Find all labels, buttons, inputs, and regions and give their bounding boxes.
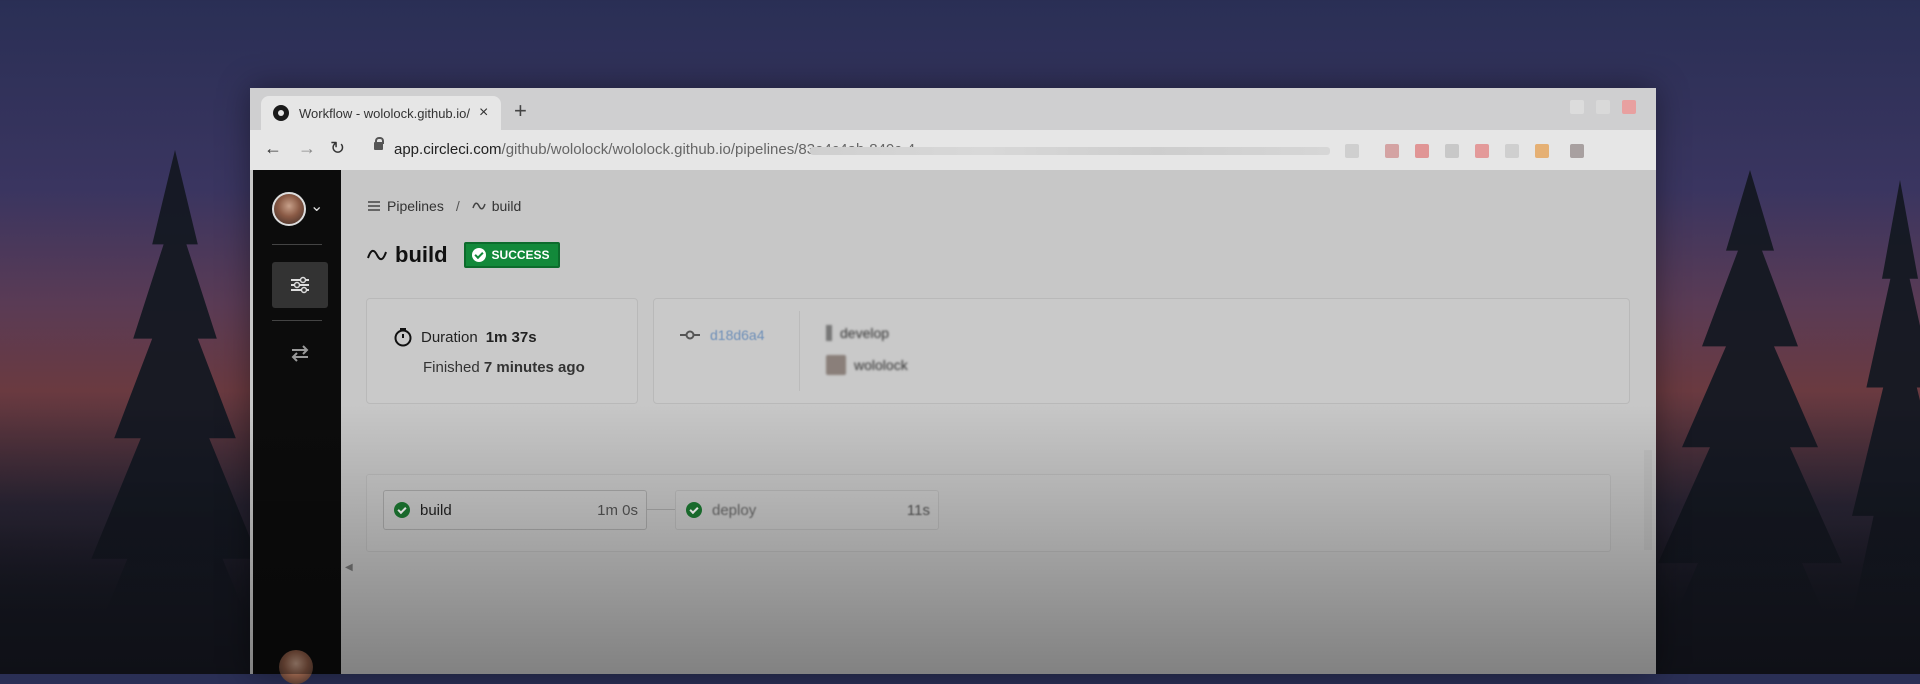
forward-icon[interactable]: → bbox=[298, 138, 316, 159]
workflow-icon bbox=[472, 202, 486, 210]
workflow-graph: build 1m 0s deploy 11s bbox=[366, 474, 1611, 552]
breadcrumb: Pipelines / build bbox=[367, 198, 521, 214]
job-duration: 1m 0s bbox=[597, 501, 638, 519]
tab-title: Workflow - wololock.github.io/ bbox=[299, 105, 470, 121]
job-duration: 11s bbox=[906, 501, 930, 519]
profile-icon[interactable] bbox=[1570, 144, 1584, 158]
job-deploy[interactable]: deploy 11s bbox=[675, 490, 939, 530]
pipelines-icon bbox=[368, 201, 380, 211]
check-icon bbox=[471, 248, 486, 262]
timer-icon bbox=[394, 328, 412, 347]
author-row: wololock bbox=[826, 355, 908, 375]
status-badge: SUCCESS bbox=[463, 242, 560, 268]
vertical-scrollbar[interactable] bbox=[1644, 450, 1652, 550]
browser-tab[interactable]: Workflow - wololock.github.io/ × bbox=[261, 96, 501, 130]
new-tab-button[interactable]: + bbox=[514, 98, 527, 124]
branch-icon bbox=[826, 325, 832, 341]
breadcrumb-pipelines-link[interactable]: Pipelines bbox=[387, 198, 444, 214]
commit-hash-link[interactable]: d18d6a4 bbox=[710, 327, 765, 343]
finished-label: Finished bbox=[423, 359, 480, 376]
minimize-button[interactable] bbox=[1570, 100, 1584, 114]
duration-card: Duration 1m 37s Finished 7 minutes ago bbox=[366, 298, 638, 404]
pipelines-icon bbox=[291, 276, 309, 294]
sidebar-divider bbox=[272, 244, 322, 245]
maximize-button[interactable] bbox=[1596, 100, 1610, 114]
url-redacted bbox=[810, 147, 1330, 155]
extension-icon[interactable] bbox=[1345, 144, 1359, 158]
lock-icon bbox=[374, 137, 384, 150]
job-name: deploy bbox=[712, 501, 757, 519]
main-content: Pipelines / build build SUCCESS Duration… bbox=[341, 170, 1656, 674]
commit-card: d18d6a4 develop wololock bbox=[653, 298, 1630, 404]
scroll-left-arrow[interactable]: ◀ bbox=[345, 562, 353, 573]
extension-icon[interactable] bbox=[1475, 144, 1489, 158]
user-avatar-bottom[interactable] bbox=[279, 650, 313, 684]
job-name: build bbox=[420, 501, 452, 519]
browser-toolbar: ← → ↻ app.circleci.com/github/wololock/w… bbox=[250, 130, 1656, 170]
author-name[interactable]: wololock bbox=[854, 357, 908, 373]
extension-icon[interactable] bbox=[1385, 144, 1399, 158]
extension-icon[interactable] bbox=[1535, 144, 1549, 158]
extension-icon[interactable] bbox=[1445, 144, 1459, 158]
duration-label: Duration bbox=[421, 328, 478, 346]
branch-name[interactable]: develop bbox=[840, 325, 889, 341]
commit-icon bbox=[680, 330, 700, 340]
sidebar-item-workflows[interactable] bbox=[272, 330, 328, 376]
finished-value: 7 minutes ago bbox=[483, 359, 585, 376]
tab-strip: Workflow - wololock.github.io/ × + bbox=[250, 88, 1656, 130]
circleci-favicon-icon bbox=[273, 105, 289, 121]
finished-row: Finished 7 minutes ago bbox=[423, 359, 585, 376]
chevron-down-icon[interactable]: ⌄ bbox=[310, 196, 323, 216]
page-title: build bbox=[395, 242, 448, 267]
check-icon bbox=[394, 502, 410, 518]
tab-close-button[interactable]: × bbox=[479, 104, 488, 122]
breadcrumb-current: build bbox=[491, 198, 522, 214]
duration-value: 1m 37s bbox=[485, 328, 537, 346]
workflow-icon bbox=[367, 249, 387, 261]
check-icon bbox=[686, 502, 702, 518]
circleci-app: ⌄ Pipelines / build build SUCCESS Durati… bbox=[250, 170, 1656, 684]
commit-row: d18d6a4 bbox=[680, 327, 765, 343]
back-icon[interactable]: ← bbox=[264, 138, 282, 159]
page-header: build SUCCESS bbox=[367, 242, 560, 268]
extension-icon[interactable] bbox=[1415, 144, 1429, 158]
avatar[interactable] bbox=[272, 192, 306, 226]
browser-window: Workflow - wololock.github.io/ × + ← → ↻… bbox=[250, 88, 1656, 684]
author-avatar bbox=[826, 355, 846, 375]
sidebar: ⌄ bbox=[253, 170, 341, 684]
extension-icon[interactable] bbox=[1505, 144, 1519, 158]
close-window-button[interactable] bbox=[1622, 100, 1636, 114]
breadcrumb-separator: / bbox=[455, 198, 460, 214]
url-host: app.circleci.com bbox=[394, 141, 502, 158]
sidebar-item-pipelines[interactable] bbox=[272, 262, 328, 308]
job-connector bbox=[646, 509, 675, 510]
job-build[interactable]: build 1m 0s bbox=[383, 490, 647, 530]
card-divider bbox=[799, 311, 800, 391]
duration-row: Duration 1m 37s bbox=[393, 327, 537, 347]
status-badge-label: SUCCESS bbox=[491, 248, 550, 262]
reload-icon[interactable]: ↻ bbox=[330, 138, 345, 159]
branch-row: develop bbox=[826, 325, 889, 341]
sidebar-divider bbox=[272, 320, 322, 321]
workflow-icon bbox=[291, 345, 309, 362]
